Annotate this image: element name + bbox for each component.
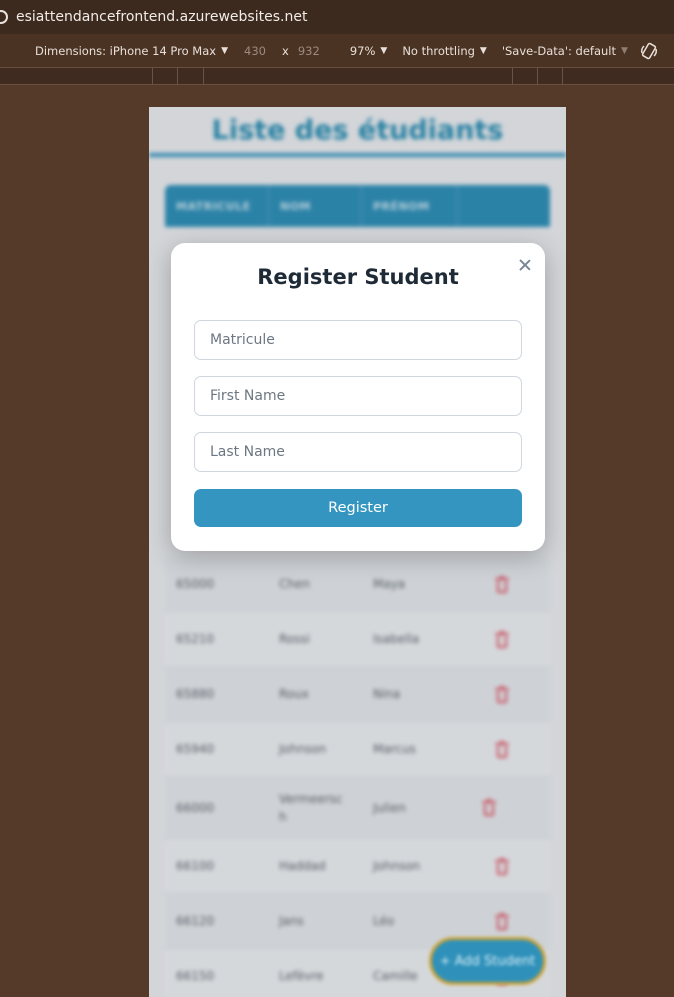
site-info-icon[interactable] <box>0 10 8 24</box>
ruler-tick <box>512 68 513 85</box>
register-button[interactable]: Register <box>194 489 522 527</box>
device-viewport: Liste des étudiants MATRICULE NOM PRÉNOM… <box>149 107 566 997</box>
browser-url-bar[interactable]: esiattendancefrontend.azurewebsites.net <box>0 0 674 34</box>
throttling-select[interactable]: No throttling ▼ <box>402 44 487 58</box>
url-text[interactable]: esiattendancefrontend.azurewebsites.net <box>16 9 307 25</box>
viewport-height-input[interactable]: 932 <box>298 44 336 58</box>
matricule-input[interactable] <box>194 320 522 360</box>
save-data-label: 'Save-Data': default <box>501 43 616 58</box>
dimension-separator: x <box>282 43 289 58</box>
zoom-select[interactable]: 97% ▼ <box>350 44 387 58</box>
zoom-label: 97% <box>349 43 376 58</box>
ruler-tick <box>152 68 153 85</box>
viewport-width-input[interactable]: 430 <box>244 44 282 58</box>
ruler-tick <box>177 68 178 85</box>
modal-backdrop[interactable] <box>149 107 566 997</box>
device-dimensions-select[interactable]: Dimensions: iPhone 14 Pro Max ▼ <box>35 44 228 58</box>
chevron-down-icon: ▼ <box>621 45 628 56</box>
device-toolbar: Dimensions: iPhone 14 Pro Max ▼ 430 x 93… <box>0 34 674 68</box>
last-name-input[interactable] <box>194 432 522 472</box>
ruler-tick <box>562 68 563 85</box>
chevron-down-icon: ▼ <box>479 45 487 56</box>
register-student-modal: Register Student Register <box>171 243 545 551</box>
ruler-tick <box>537 68 538 85</box>
save-data-select[interactable]: 'Save-Data': default ▼ <box>502 44 628 58</box>
first-name-input[interactable] <box>194 376 522 416</box>
device-dimensions-label: Dimensions: iPhone 14 Pro Max <box>35 43 217 58</box>
modal-title: Register Student <box>257 265 459 289</box>
ruler-tick <box>203 68 204 85</box>
device-ruler <box>0 68 674 85</box>
chevron-down-icon: ▼ <box>221 45 229 56</box>
throttling-label: No throttling <box>402 43 475 58</box>
add-student-button[interactable]: + Add Student <box>429 937 546 985</box>
chevron-down-icon: ▼ <box>380 45 388 56</box>
rotate-icon[interactable] <box>640 42 658 60</box>
